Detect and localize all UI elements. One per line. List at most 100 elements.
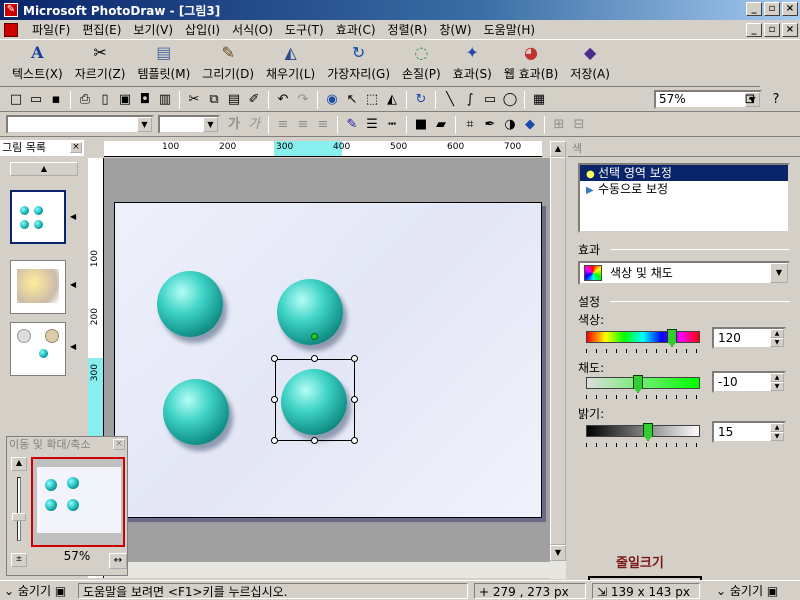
menu-format[interactable]: 서식(O) bbox=[226, 21, 279, 39]
zoom-slider[interactable]: ▲ ± bbox=[11, 457, 27, 567]
bold-button[interactable]: 가 bbox=[224, 115, 244, 135]
rectangle-icon[interactable]: ▭ bbox=[480, 90, 500, 110]
chevron-down-icon[interactable]: ▼ bbox=[770, 263, 788, 283]
menu-effects[interactable]: 효과(C) bbox=[330, 21, 382, 39]
navigator-preview[interactable] bbox=[31, 457, 125, 547]
touchup-button[interactable]: ◌ 손질(P) bbox=[396, 41, 447, 86]
undo-icon[interactable]: ↶ bbox=[273, 90, 293, 110]
fill-color-icon[interactable]: ◆ bbox=[520, 115, 540, 135]
picture-thumbnail[interactable] bbox=[10, 260, 66, 314]
scroll-down-button[interactable]: ▼ bbox=[550, 545, 566, 561]
pen-tool-icon[interactable]: ✒ bbox=[480, 115, 500, 135]
font-size-select[interactable]: ▼ bbox=[158, 115, 220, 134]
crop-tool-icon[interactable]: ⌗ bbox=[460, 115, 480, 135]
open-icon[interactable]: ▭ bbox=[26, 90, 46, 110]
contrast-icon[interactable]: ◑ bbox=[500, 115, 520, 135]
hue-input[interactable]: 120 ▲ ▼ bbox=[712, 327, 786, 349]
draw-button[interactable]: ✎ 그리기(D) bbox=[196, 41, 260, 86]
font-name-select[interactable]: ▼ bbox=[6, 115, 154, 134]
zoom-out-icon[interactable]: ± bbox=[11, 553, 27, 567]
saturation-input[interactable]: -10 ▲ ▼ bbox=[712, 371, 786, 393]
resize-handle[interactable] bbox=[351, 437, 358, 444]
resize-handle[interactable] bbox=[271, 396, 278, 403]
chevron-down-icon[interactable]: ▼ bbox=[137, 117, 152, 132]
send-icon[interactable]: ▥ bbox=[155, 90, 175, 110]
right-hide-toggle[interactable]: ⌄ 숨기기 ▣ bbox=[716, 583, 778, 599]
gallery-scroll-up-button[interactable]: ▲ bbox=[10, 162, 78, 176]
zoom-fit-icon[interactable]: ⊡ bbox=[740, 90, 760, 110]
hue-slider-knob[interactable] bbox=[667, 329, 677, 347]
align-center-icon[interactable]: ≡ bbox=[293, 115, 313, 135]
spin-up-icon[interactable]: ▲ bbox=[770, 423, 784, 432]
resize-handle[interactable] bbox=[351, 355, 358, 362]
pointer-icon[interactable]: ↖ bbox=[342, 90, 362, 110]
picture-thumbnail[interactable] bbox=[10, 322, 66, 376]
effects-button[interactable]: ✦ 효과(S) bbox=[447, 41, 498, 86]
scan-icon[interactable]: ▣ bbox=[115, 90, 135, 110]
option-manual-correct[interactable]: ▶ 수동으로 보정 bbox=[580, 181, 788, 197]
properties-icon[interactable]: ▦ bbox=[529, 90, 549, 110]
ellipse-icon[interactable]: ◯ bbox=[500, 90, 520, 110]
chevron-down-icon[interactable]: ▼ bbox=[203, 117, 218, 132]
paste-icon[interactable]: ▤ bbox=[224, 90, 244, 110]
templates-button[interactable]: ▤ 템플릿(M) bbox=[131, 41, 196, 86]
sphere-object[interactable] bbox=[277, 279, 343, 345]
doc-minimize-button[interactable]: _ bbox=[746, 23, 762, 37]
close-button[interactable]: × bbox=[782, 2, 798, 16]
spin-up-icon[interactable]: ▲ bbox=[770, 329, 784, 338]
brightness-input[interactable]: 15 ▲ ▼ bbox=[712, 421, 786, 443]
document-icon[interactable] bbox=[4, 22, 18, 37]
menu-help[interactable]: 도움말(H) bbox=[478, 21, 542, 39]
menu-insert[interactable]: 삽입(I) bbox=[179, 21, 226, 39]
save-disk-icon[interactable]: ▪ bbox=[46, 90, 66, 110]
picture-thumbnail[interactable] bbox=[10, 190, 66, 244]
picture-canvas[interactable] bbox=[114, 202, 542, 518]
select-region-icon[interactable]: ⬚ bbox=[362, 90, 382, 110]
print-preview-icon[interactable]: ▯ bbox=[95, 90, 115, 110]
close-icon[interactable]: × bbox=[70, 142, 82, 153]
spin-down-icon[interactable]: ▼ bbox=[770, 338, 784, 347]
resize-handle[interactable] bbox=[271, 437, 278, 444]
workspace[interactable] bbox=[104, 158, 550, 562]
restore-button[interactable]: ▫ bbox=[764, 2, 780, 16]
copy-icon[interactable]: ⧉ bbox=[204, 90, 224, 110]
zoom-in-icon[interactable]: ▲ bbox=[11, 457, 27, 471]
new-icon[interactable]: □ bbox=[6, 90, 26, 110]
resize-handle[interactable] bbox=[271, 355, 278, 362]
rotate-handle[interactable] bbox=[311, 333, 318, 340]
menu-window[interactable]: 창(W) bbox=[433, 21, 477, 39]
doc-close-button[interactable]: × bbox=[782, 23, 798, 37]
scroll-thumb[interactable] bbox=[550, 157, 566, 545]
brightness-slider-knob[interactable] bbox=[643, 423, 653, 441]
minimize-button[interactable]: _ bbox=[746, 2, 762, 16]
brightness-slider[interactable] bbox=[586, 423, 700, 441]
doc-restore-button[interactable]: ▫ bbox=[764, 23, 780, 37]
line-color-icon[interactable]: ✎ bbox=[342, 115, 362, 135]
rotate-icon[interactable]: ↻ bbox=[411, 90, 431, 110]
sphere-object[interactable] bbox=[157, 271, 223, 337]
resize-handle[interactable] bbox=[351, 396, 358, 403]
menu-arrange[interactable]: 정렬(R) bbox=[382, 21, 434, 39]
effect-select[interactable]: 색상 및 채도 ▼ bbox=[578, 261, 790, 285]
redo-icon[interactable]: ↷ bbox=[293, 90, 313, 110]
menu-file[interactable]: 파일(F) bbox=[26, 21, 76, 39]
menu-view[interactable]: 보기(V) bbox=[127, 21, 179, 39]
fill-button[interactable]: ◭ 채우기(L) bbox=[260, 41, 321, 86]
3d-icon[interactable]: ▰ bbox=[431, 115, 451, 135]
resize-handle[interactable] bbox=[311, 355, 318, 362]
ungroup-icon[interactable]: ⊟ bbox=[569, 115, 589, 135]
spin-down-icon[interactable]: ▼ bbox=[770, 382, 784, 391]
text-button[interactable]: A 텍스트(X) bbox=[6, 41, 69, 86]
hue-slider[interactable] bbox=[586, 329, 700, 347]
resize-handle[interactable] bbox=[311, 437, 318, 444]
group-icon[interactable]: ⊞ bbox=[549, 115, 569, 135]
edges-button[interactable]: ↻ 가장자리(G) bbox=[321, 41, 396, 86]
fit-to-window-icon[interactable]: ↔ bbox=[109, 553, 127, 569]
sphere-object[interactable] bbox=[163, 379, 229, 445]
print-icon[interactable]: ⎙ bbox=[75, 90, 95, 110]
camera-icon[interactable]: ◘ bbox=[135, 90, 155, 110]
italic-button[interactable]: 가 bbox=[244, 115, 264, 135]
horizontal-scrollbar[interactable] bbox=[104, 562, 550, 578]
shadow-icon[interactable]: ■ bbox=[411, 115, 431, 135]
picture-list-icon[interactable]: ◉ bbox=[322, 90, 342, 110]
